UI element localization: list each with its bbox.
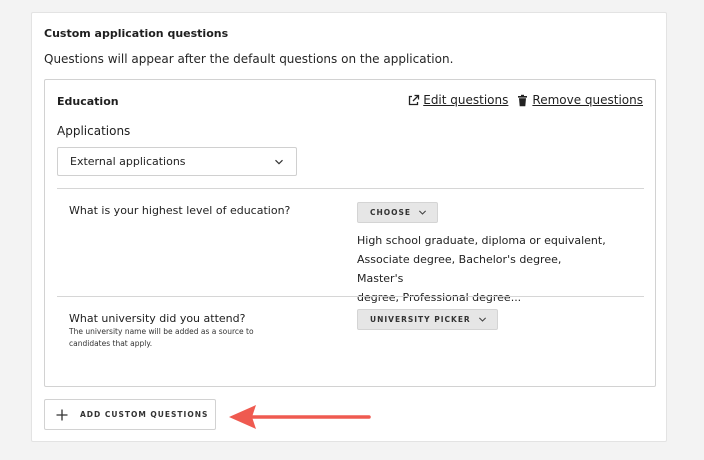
options-line: High school graduate, diploma or equival… (357, 234, 606, 247)
section-title: Custom application questions (44, 27, 229, 40)
divider (57, 296, 644, 297)
section-subtitle: Questions will appear after the default … (44, 52, 454, 66)
remove-questions-label: Remove questions (532, 93, 643, 107)
applications-select-value: External applications (70, 155, 186, 168)
edit-questions-label: Edit questions (423, 93, 509, 107)
question-set-title: Education (57, 95, 119, 108)
custom-questions-card: Custom application questions Questions w… (31, 12, 667, 442)
edit-questions-link[interactable]: Edit questions (407, 93, 508, 107)
arrow-left-icon (229, 405, 371, 429)
chevron-down-icon (418, 208, 427, 217)
choose-dropdown-label: CHOOSE (370, 208, 412, 217)
remove-questions-link[interactable]: Remove questions (516, 93, 643, 107)
options-line: degree, Professional degree... (357, 291, 522, 304)
university-picker-label: UNIVERSITY PICKER (370, 315, 471, 324)
question-set-box: Education Edit questions Remove question… (44, 79, 656, 387)
choose-dropdown[interactable]: CHOOSE (357, 202, 439, 223)
chevron-down-icon (478, 315, 487, 324)
question-set-actions: Edit questions Remove questions (407, 93, 643, 107)
divider (57, 188, 644, 189)
add-custom-questions-label: ADD CUSTOM QUESTIONS (80, 410, 209, 419)
question-hint: The university name will be added as a s… (69, 327, 254, 348)
chevron-down-icon (274, 157, 284, 167)
plus-icon (56, 409, 68, 421)
applications-select[interactable]: External applications (57, 147, 297, 176)
question-text: What is your highest level of education? (69, 204, 291, 217)
external-link-icon (407, 94, 420, 107)
applications-label: Applications (57, 124, 131, 138)
question-text: What university did you attend? (69, 312, 246, 325)
trash-icon (516, 94, 529, 107)
add-custom-questions-button[interactable]: ADD CUSTOM QUESTIONS (44, 399, 216, 430)
options-line: Associate degree, Bachelor's degree, Mas… (357, 253, 562, 285)
university-picker-dropdown[interactable]: UNIVERSITY PICKER (357, 309, 498, 330)
